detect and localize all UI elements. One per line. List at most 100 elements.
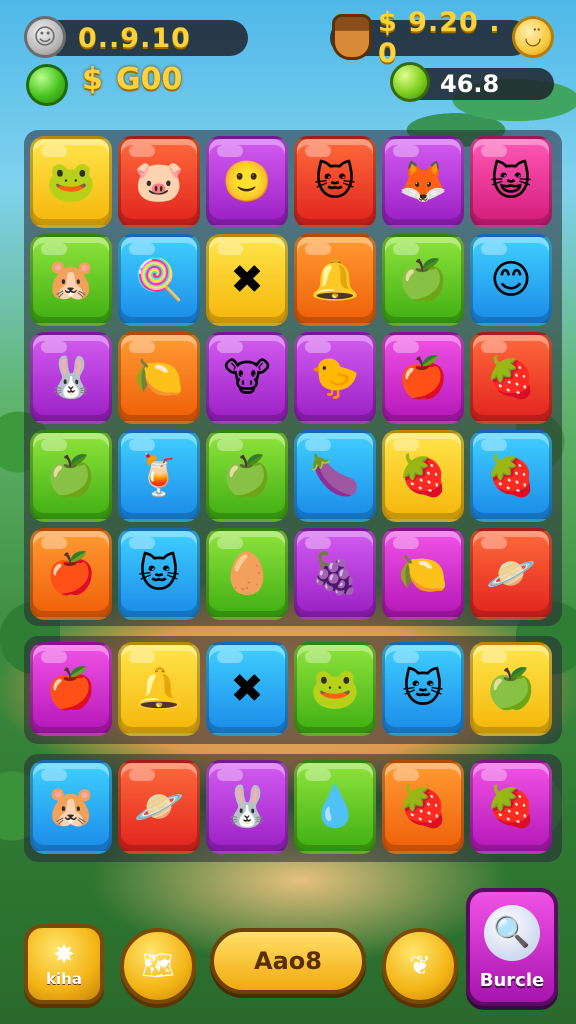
tile-orange[interactable]: 🔔 (294, 234, 376, 326)
tile-magenta[interactable]: 🍎 (30, 642, 112, 736)
tile-purple[interactable]: 🐰 (30, 332, 112, 424)
tile-piece-icon: 🐹 (46, 784, 96, 830)
tile-magenta[interactable]: 🍓 (470, 760, 552, 854)
game-board-row-7: 🐹 🪐 🐰 💧 🍓 🍓 (24, 754, 562, 862)
tile-piece-icon: 🍓 (486, 453, 536, 499)
tile-orange[interactable]: 🍎 (30, 528, 112, 620)
tile-piece-icon: 😺 (490, 159, 532, 205)
tile-yellow[interactable]: 🍏 (470, 642, 552, 736)
tile-piece-icon: 😊 (490, 257, 532, 303)
tile-piece-icon: 🐤 (310, 355, 360, 401)
tile-purple[interactable]: 🦊 (382, 136, 464, 228)
tile-piece-icon: 🍓 (486, 355, 536, 401)
magnifier-icon: 🔍 (484, 904, 540, 961)
tile-piece-icon: 🪐 (486, 551, 536, 597)
tile-piece-icon: 🍓 (486, 784, 536, 830)
hint-button[interactable]: ❦ (382, 928, 458, 1004)
tile-piece-icon: 🍓 (398, 784, 448, 830)
tile-piece-icon: 🐮 (223, 355, 271, 401)
tile-piece-icon: 🍭 (134, 257, 184, 303)
burcle-button[interactable]: 🔍 Burcle (466, 888, 558, 1006)
tile-blue[interactable]: 🍹 (118, 430, 200, 522)
tile-purple[interactable]: 🐰 (206, 760, 288, 854)
right-stat-text: 46.8 (440, 70, 500, 98)
tile-piece-icon: 🐱 (402, 666, 444, 712)
tile-blue[interactable]: 🐱 (118, 528, 200, 620)
map-icon: 🗺 (141, 951, 175, 981)
tile-blue[interactable]: 🍆 (294, 430, 376, 522)
tile-blue[interactable]: ✖ (206, 642, 288, 736)
abod-label: Aao8 (254, 947, 322, 975)
tile-piece-icon: 🍹 (134, 453, 184, 499)
tile-blue[interactable]: 😊 (470, 234, 552, 326)
kiha-button[interactable]: ✸ kiha (24, 924, 104, 1004)
tile-piece-icon: 🍓 (398, 453, 448, 499)
tile-purple[interactable]: 🐮 (206, 332, 288, 424)
tile-blue[interactable]: 🍓 (470, 430, 552, 522)
green-orb-icon (26, 64, 68, 106)
tile-blue[interactable]: 🍭 (118, 234, 200, 326)
tile-red[interactable]: 🍓 (470, 332, 552, 424)
tile-purple[interactable]: 🐤 (294, 332, 376, 424)
tile-yellow[interactable]: 🐸 (30, 136, 112, 228)
tile-orange[interactable]: 🍓 (382, 760, 464, 854)
game-board-row-6: 🍎 🔔 ✖ 🐸 🐱 🍏 (24, 636, 562, 744)
tile-piece-icon: 🍆 (310, 453, 360, 499)
game-board: 🐸 🐷 🙂 🐱 🦊 😺 🐹 🍭 ✖ 🔔 🍏 😊 🐰 🍋 🐮 🐤 🍎 🍓 🍏 🍹 🍏 🍆 🍓 🍓 🍎 🐱 🥚 🍇 🍋 🪐 (24, 130, 562, 626)
tile-blue[interactable]: 🐱 (382, 642, 464, 736)
tile-piece-icon: 🪐 (134, 784, 184, 830)
tile-piece-icon: 🐰 (222, 784, 272, 830)
tile-yellow[interactable]: ✖ (206, 234, 288, 326)
tile-piece-icon: 🐷 (134, 159, 184, 205)
left-counter: 0..9.10 (40, 20, 248, 56)
tile-orange[interactable]: 🍋 (118, 332, 200, 424)
kiha-label: kiha (46, 970, 82, 988)
tile-piece-icon: 🐸 (310, 666, 360, 712)
tile-piece-icon: 🐹 (46, 257, 96, 303)
tile-red[interactable]: 🐷 (118, 136, 200, 228)
tile-green[interactable]: 🥚 (206, 528, 288, 620)
tile-pink[interactable]: 😺 (470, 136, 552, 228)
tile-piece-icon: ✖ (230, 257, 264, 303)
tile-magenta[interactable]: 🍋 (382, 528, 464, 620)
tile-yellow[interactable]: 🔔 (118, 642, 200, 736)
smiley-icon[interactable]: ◡̈ (512, 16, 554, 58)
tile-blue[interactable]: 🐹 (30, 760, 112, 854)
tile-piece-icon: 🍏 (222, 453, 272, 499)
coin-portrait-icon[interactable]: ☺ (24, 16, 66, 58)
tile-piece-icon: 🍏 (486, 666, 536, 712)
abod-button[interactable]: Aao8 (210, 928, 366, 994)
currency-symbol: $ (82, 62, 103, 97)
tile-piece-icon: 🍇 (310, 551, 360, 597)
tile-green[interactable]: 🍏 (206, 430, 288, 522)
tile-red[interactable]: 🐱 (294, 136, 376, 228)
tile-piece-icon: 🥚 (222, 551, 272, 597)
tile-green[interactable]: 🍏 (382, 234, 464, 326)
tile-piece-icon: 🦊 (398, 159, 448, 205)
tile-yellow[interactable]: 🍓 (382, 430, 464, 522)
tile-piece-icon: 🍏 (46, 453, 96, 499)
tile-red[interactable]: 🪐 (118, 760, 200, 854)
tile-piece-icon: ✖ (230, 666, 264, 712)
tile-purple[interactable]: 🍇 (294, 528, 376, 620)
tile-magenta[interactable]: 🍎 (382, 332, 464, 424)
tile-piece-icon: 🐰 (46, 355, 96, 401)
tile-green[interactable]: 🐸 (294, 642, 376, 736)
tile-piece-icon: 🙂 (222, 159, 272, 205)
tile-green[interactable]: 💧 (294, 760, 376, 854)
map-button[interactable]: 🗺 (120, 928, 196, 1004)
tile-piece-icon: 🔔 (310, 257, 360, 303)
tile-green[interactable]: 🐹 (30, 234, 112, 326)
tile-piece-icon: 🐱 (314, 159, 356, 205)
tile-green[interactable]: 🍏 (30, 430, 112, 522)
green-leaf-icon (390, 62, 430, 102)
tile-piece-icon: 🍋 (398, 551, 448, 597)
acorn-icon (332, 14, 372, 60)
tile-purple[interactable]: 🙂 (206, 136, 288, 228)
hint-icon: ❦ (409, 951, 431, 981)
left-counter-text: 0..9.10 (78, 22, 191, 54)
tile-piece-icon: 🐸 (46, 159, 96, 205)
tile-red[interactable]: 🪐 (470, 528, 552, 620)
tile-piece-icon: 🍏 (398, 257, 448, 303)
tile-piece-icon: 🍎 (46, 666, 96, 712)
